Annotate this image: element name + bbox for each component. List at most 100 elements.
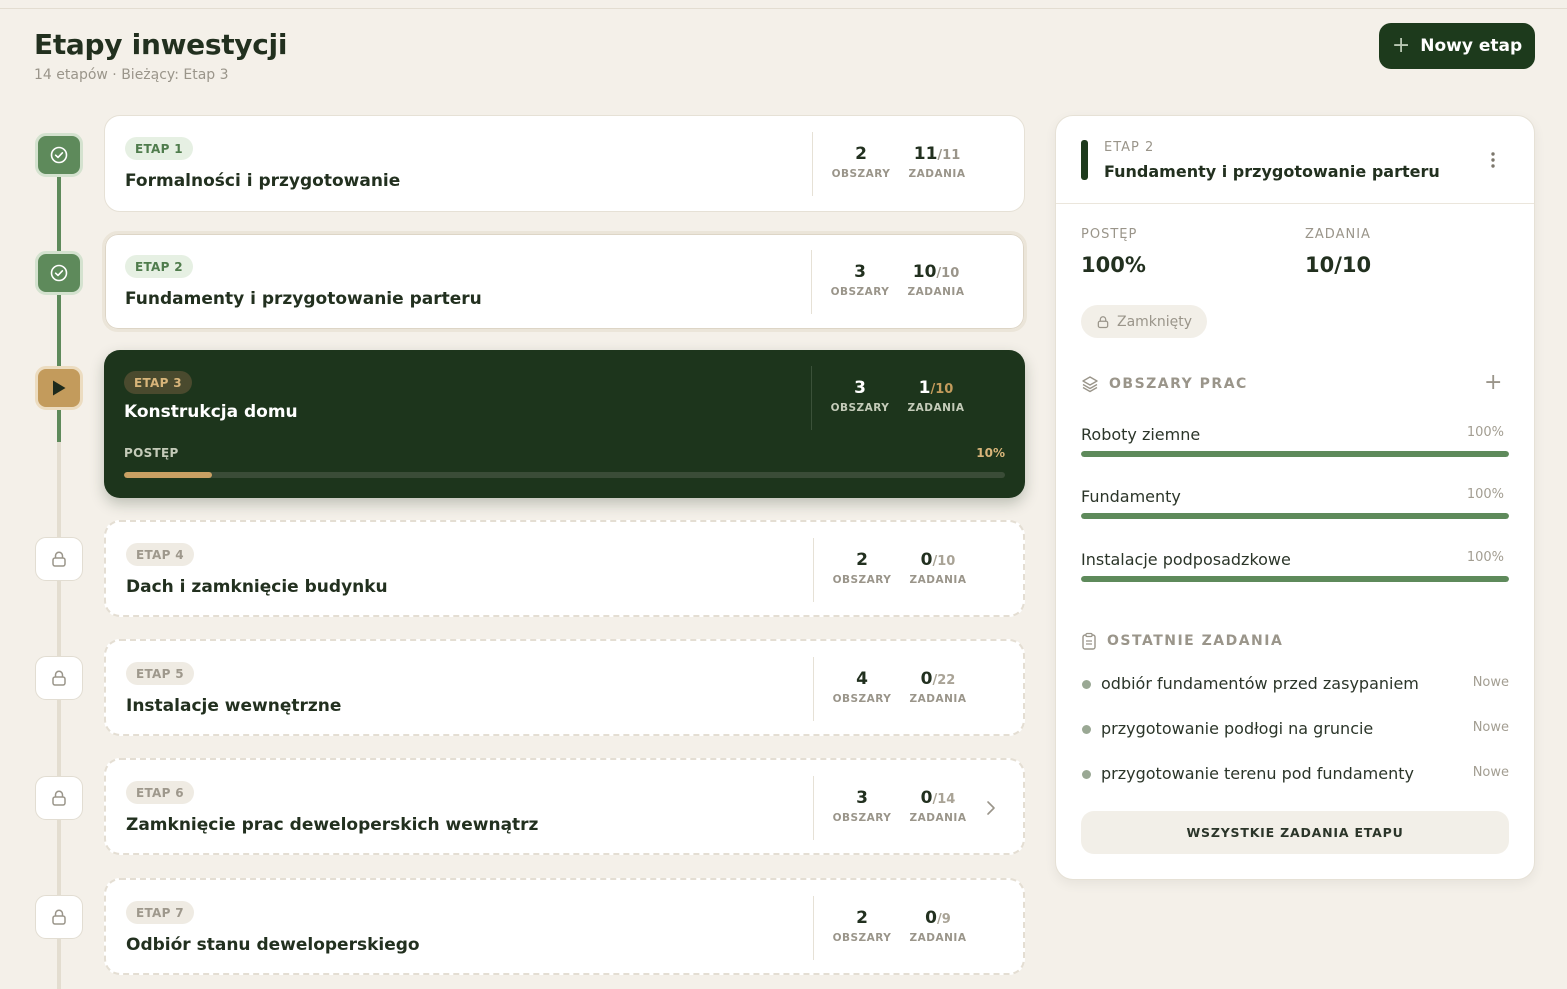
area-percent: 100% <box>1466 425 1504 440</box>
areas-label: OBSZARY <box>832 693 892 705</box>
clipboard-icon <box>1082 632 1096 650</box>
stage-card-5[interactable]: ETAP 5 Instalacje wewnętrzne 4 OBSZARY 0… <box>104 639 1025 736</box>
area-percent: 100% <box>1466 487 1504 502</box>
areas-stat: 3 OBSZARY <box>822 262 898 298</box>
stage-title: Dach i zamknięcie budynku <box>126 577 388 597</box>
stage-badge: ETAP 4 <box>126 543 194 566</box>
task-status-dot <box>1082 680 1091 689</box>
areas-count: 3 <box>854 262 866 282</box>
timeline-node-7[interactable] <box>35 895 83 939</box>
play-icon <box>53 380 66 396</box>
progress-value: 10% <box>976 446 1005 460</box>
stage-stats: 2 OBSZARY 0/10 ZADANIA <box>813 538 1003 602</box>
add-area-icon[interactable]: + <box>1484 372 1502 394</box>
areas-label: OBSZARY <box>832 932 892 944</box>
progress-fill <box>124 472 213 478</box>
lock-icon <box>52 909 66 925</box>
areas-stat: 4 OBSZARY <box>824 669 900 705</box>
page-title: Etapy inwestycji <box>34 28 288 61</box>
progress-label: POSTĘP <box>124 446 179 460</box>
areas-heading: OBSZARY PRAC <box>1081 375 1248 393</box>
tasks-done: 0 <box>920 669 933 689</box>
stage-card-4[interactable]: ETAP 4 Dach i zamknięcie budynku 2 OBSZA… <box>104 520 1025 617</box>
area-name: Instalacje podposadzkowe <box>1081 550 1291 569</box>
areas-count: 2 <box>856 550 868 570</box>
tasks-label: ZADANIA <box>909 693 967 705</box>
areas-count: 3 <box>854 378 866 398</box>
areas-label: OBSZARY <box>830 286 890 298</box>
timeline-node-1[interactable] <box>35 133 83 177</box>
lock-icon <box>52 790 66 806</box>
stage-card-3[interactable]: ETAP 3 Konstrukcja domu 3 OBSZARY 1/10 Z… <box>104 350 1025 498</box>
new-stage-button[interactable]: + Nowy etap <box>1379 23 1535 69</box>
tasks-total: /22 <box>932 673 956 688</box>
timeline-node-5[interactable] <box>35 656 83 700</box>
panel-title: Fundamenty i przygotowanie parteru <box>1104 162 1440 181</box>
task-status-dot <box>1082 725 1091 734</box>
task-item[interactable]: przygotowanie terenu pod fundamenty Nowe <box>1081 763 1509 787</box>
areas-label: OBSZARY <box>830 402 890 414</box>
timeline-node-3[interactable] <box>35 366 83 410</box>
area-progress-track <box>1081 451 1509 457</box>
stage-title: Odbiór stanu deweloperskiego <box>126 935 420 955</box>
area-progress-track <box>1081 513 1509 519</box>
task-item[interactable]: przygotowanie podłogi na gruncie Nowe <box>1081 718 1509 742</box>
stage-card-2[interactable]: ETAP 2 Fundamenty i przygotowanie parter… <box>102 231 1027 332</box>
stage-title: Zamknięcie prac deweloperskich wewnątrz <box>126 815 539 835</box>
stage-stats: 3 OBSZARY 0/14 ZADANIA <box>813 776 1003 840</box>
tasks-heading-text: OSTATNIE ZADANIA <box>1107 633 1284 649</box>
task-status: Nowe <box>1472 765 1509 780</box>
areas-label: OBSZARY <box>832 574 892 586</box>
areas-stat: 3 OBSZARY <box>824 788 900 824</box>
all-tasks-button[interactable]: WSZYSTKIE ZADANIA ETAPU <box>1081 811 1509 854</box>
stage-badge: ETAP 1 <box>125 137 193 160</box>
panel-progress-value: 100% <box>1081 253 1146 277</box>
tasks-stat: 0/22 ZADANIA <box>900 669 976 705</box>
tasks-done: 10 <box>912 262 937 282</box>
area-name: Fundamenty <box>1081 487 1181 506</box>
tasks-total: /14 <box>932 792 956 807</box>
areas-label: OBSZARY <box>831 168 891 180</box>
tasks-label: ZADANIA <box>909 574 967 586</box>
stage-stats: 4 OBSZARY 0/22 ZADANIA <box>813 657 1003 721</box>
lock-icon <box>1097 315 1109 328</box>
stage-badge: ETAP 7 <box>126 901 194 924</box>
stage-title: Instalacje wewnętrzne <box>126 696 342 716</box>
task-status: Nowe <box>1472 675 1509 690</box>
stage-title: Formalności i przygotowanie <box>125 171 401 191</box>
stage-title: Konstrukcja domu <box>124 402 298 422</box>
panel-header: ETAP 2 Fundamenty i przygotowanie parter… <box>1056 116 1534 204</box>
stage-card-1[interactable]: ETAP 1 Formalności i przygotowanie 2 OBS… <box>104 115 1025 212</box>
timeline-node-4[interactable] <box>35 537 83 581</box>
panel-accent-bar <box>1081 140 1088 180</box>
panel-progress-label: POSTĘP <box>1081 227 1138 242</box>
top-divider <box>0 8 1567 9</box>
areas-stat: 2 OBSZARY <box>824 550 900 586</box>
status-badge: Zamknięty <box>1081 305 1208 338</box>
area-name: Roboty ziemne <box>1081 425 1201 444</box>
new-stage-label: Nowy etap <box>1420 36 1523 56</box>
progress-track <box>124 472 1005 478</box>
layers-icon <box>1082 376 1098 393</box>
areas-label: OBSZARY <box>832 812 892 824</box>
stage-card-6[interactable]: ETAP 6 Zamknięcie prac deweloperskich we… <box>104 758 1025 855</box>
plus-icon: + <box>1391 33 1411 58</box>
tasks-label: ZADANIA <box>907 402 965 414</box>
stage-stats: 2 OBSZARY 0/9 ZADANIA <box>813 896 1003 960</box>
task-item[interactable]: odbiór fundamentów przed zasypaniem Nowe <box>1081 673 1509 697</box>
more-options-icon[interactable] <box>1490 151 1496 169</box>
timeline-node-6[interactable] <box>35 776 83 820</box>
tasks-label: ZADANIA <box>909 812 967 824</box>
areas-heading-text: OBSZARY PRAC <box>1109 376 1248 392</box>
stage-stats: 3 OBSZARY 10/10 ZADANIA <box>811 250 1001 314</box>
timeline-node-2[interactable] <box>35 251 83 295</box>
stage-stats: 3 OBSZARY 1/10 ZADANIA <box>811 366 1001 430</box>
stage-card-7[interactable]: ETAP 7 Odbiór stanu deweloperskiego 2 OB… <box>104 878 1025 975</box>
stage-stats: 2 OBSZARY 11/11 ZADANIA <box>812 132 1002 196</box>
task-name: przygotowanie terenu pod fundamenty <box>1101 764 1414 783</box>
stage-detail-panel: ETAP 2 Fundamenty i przygotowanie parter… <box>1055 115 1535 880</box>
tasks-label: ZADANIA <box>909 932 967 944</box>
panel-kicker: ETAP 2 <box>1104 140 1155 155</box>
panel-tasks-value: 10/10 <box>1305 253 1372 277</box>
chevron-right-icon[interactable] <box>986 800 996 816</box>
